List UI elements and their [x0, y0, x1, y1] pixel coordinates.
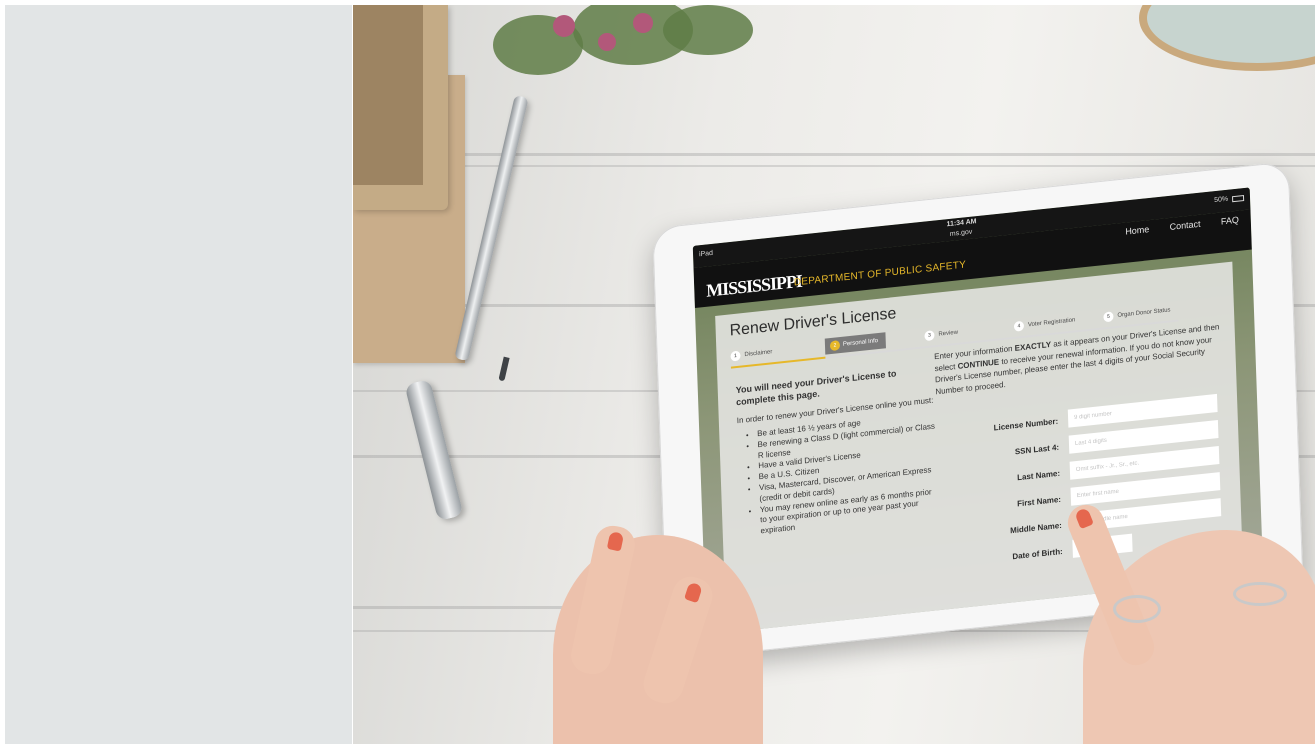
first-name-label: First Name:: [1017, 494, 1062, 509]
dob-label: Date of Birth:: [1012, 546, 1063, 562]
flower: [633, 13, 653, 33]
pen-cap: [404, 378, 464, 522]
step-number: 1: [730, 350, 741, 362]
step-label: Personal Info: [842, 338, 879, 348]
instructions-emphasis: EXACTLY: [1014, 339, 1052, 353]
embroidery-hoop: [1139, 5, 1315, 71]
finger: [638, 572, 718, 708]
finger: [567, 522, 639, 678]
step-number: 3: [924, 330, 935, 342]
ring: [1113, 595, 1161, 623]
step-number: 2: [829, 340, 841, 352]
fingernail: [1074, 507, 1094, 530]
right-hand: [1062, 499, 1315, 744]
fingernail: [606, 531, 625, 552]
ssn-last4-label: SSN Last 4:: [1014, 442, 1060, 457]
nav-faq-link[interactable]: FAQ: [1221, 215, 1239, 227]
license-number-label: License Number:: [993, 416, 1059, 433]
pen: [454, 95, 529, 362]
url-bar[interactable]: ms.gov: [950, 229, 973, 238]
device-label: iPad: [698, 249, 714, 259]
step-number: 4: [1013, 320, 1025, 332]
step-label: Organ Donor Status: [1117, 307, 1171, 319]
last-name-label: Last Name:: [1016, 468, 1061, 483]
middle-name-label: Middle Name:: [1009, 520, 1063, 536]
ring: [1233, 582, 1287, 606]
battery-level: 50%: [1214, 195, 1229, 205]
flower: [598, 33, 616, 51]
requirements-list: Be at least 16 ½ years of age Be renewin…: [737, 410, 940, 539]
left-panel: [5, 5, 352, 744]
step-review[interactable]: 3 Review: [924, 325, 958, 345]
requirements-section: You will need your Driver's License to c…: [736, 363, 940, 539]
department-name: DEPARTMENT OF PUBLIC SAFETY: [793, 259, 967, 289]
step-label: Disclaimer: [744, 349, 773, 359]
battery-icon: [1232, 195, 1245, 203]
nav-home-link[interactable]: Home: [1125, 224, 1149, 237]
step-label: Review: [938, 329, 959, 338]
step-disclaimer[interactable]: 1 Disclaimer: [730, 344, 772, 364]
leaf: [663, 5, 753, 55]
flower-bouquet: [433, 5, 753, 115]
mississippi-logo[interactable]: MISSISSIPPI: [706, 271, 802, 302]
status-time: 11:34 AM: [946, 218, 977, 229]
fingernail: [684, 581, 703, 604]
photo-scene: iPad 11:34 AM ms.gov 50% MISSISSIPPI DEP…: [353, 5, 1315, 744]
step-number: 5: [1103, 311, 1114, 323]
pen-tip: [498, 356, 510, 382]
notebook-cover: [353, 5, 423, 185]
step-label: Voter Registration: [1027, 317, 1076, 329]
nav-contact-link[interactable]: Contact: [1169, 219, 1200, 232]
flower: [553, 15, 575, 37]
